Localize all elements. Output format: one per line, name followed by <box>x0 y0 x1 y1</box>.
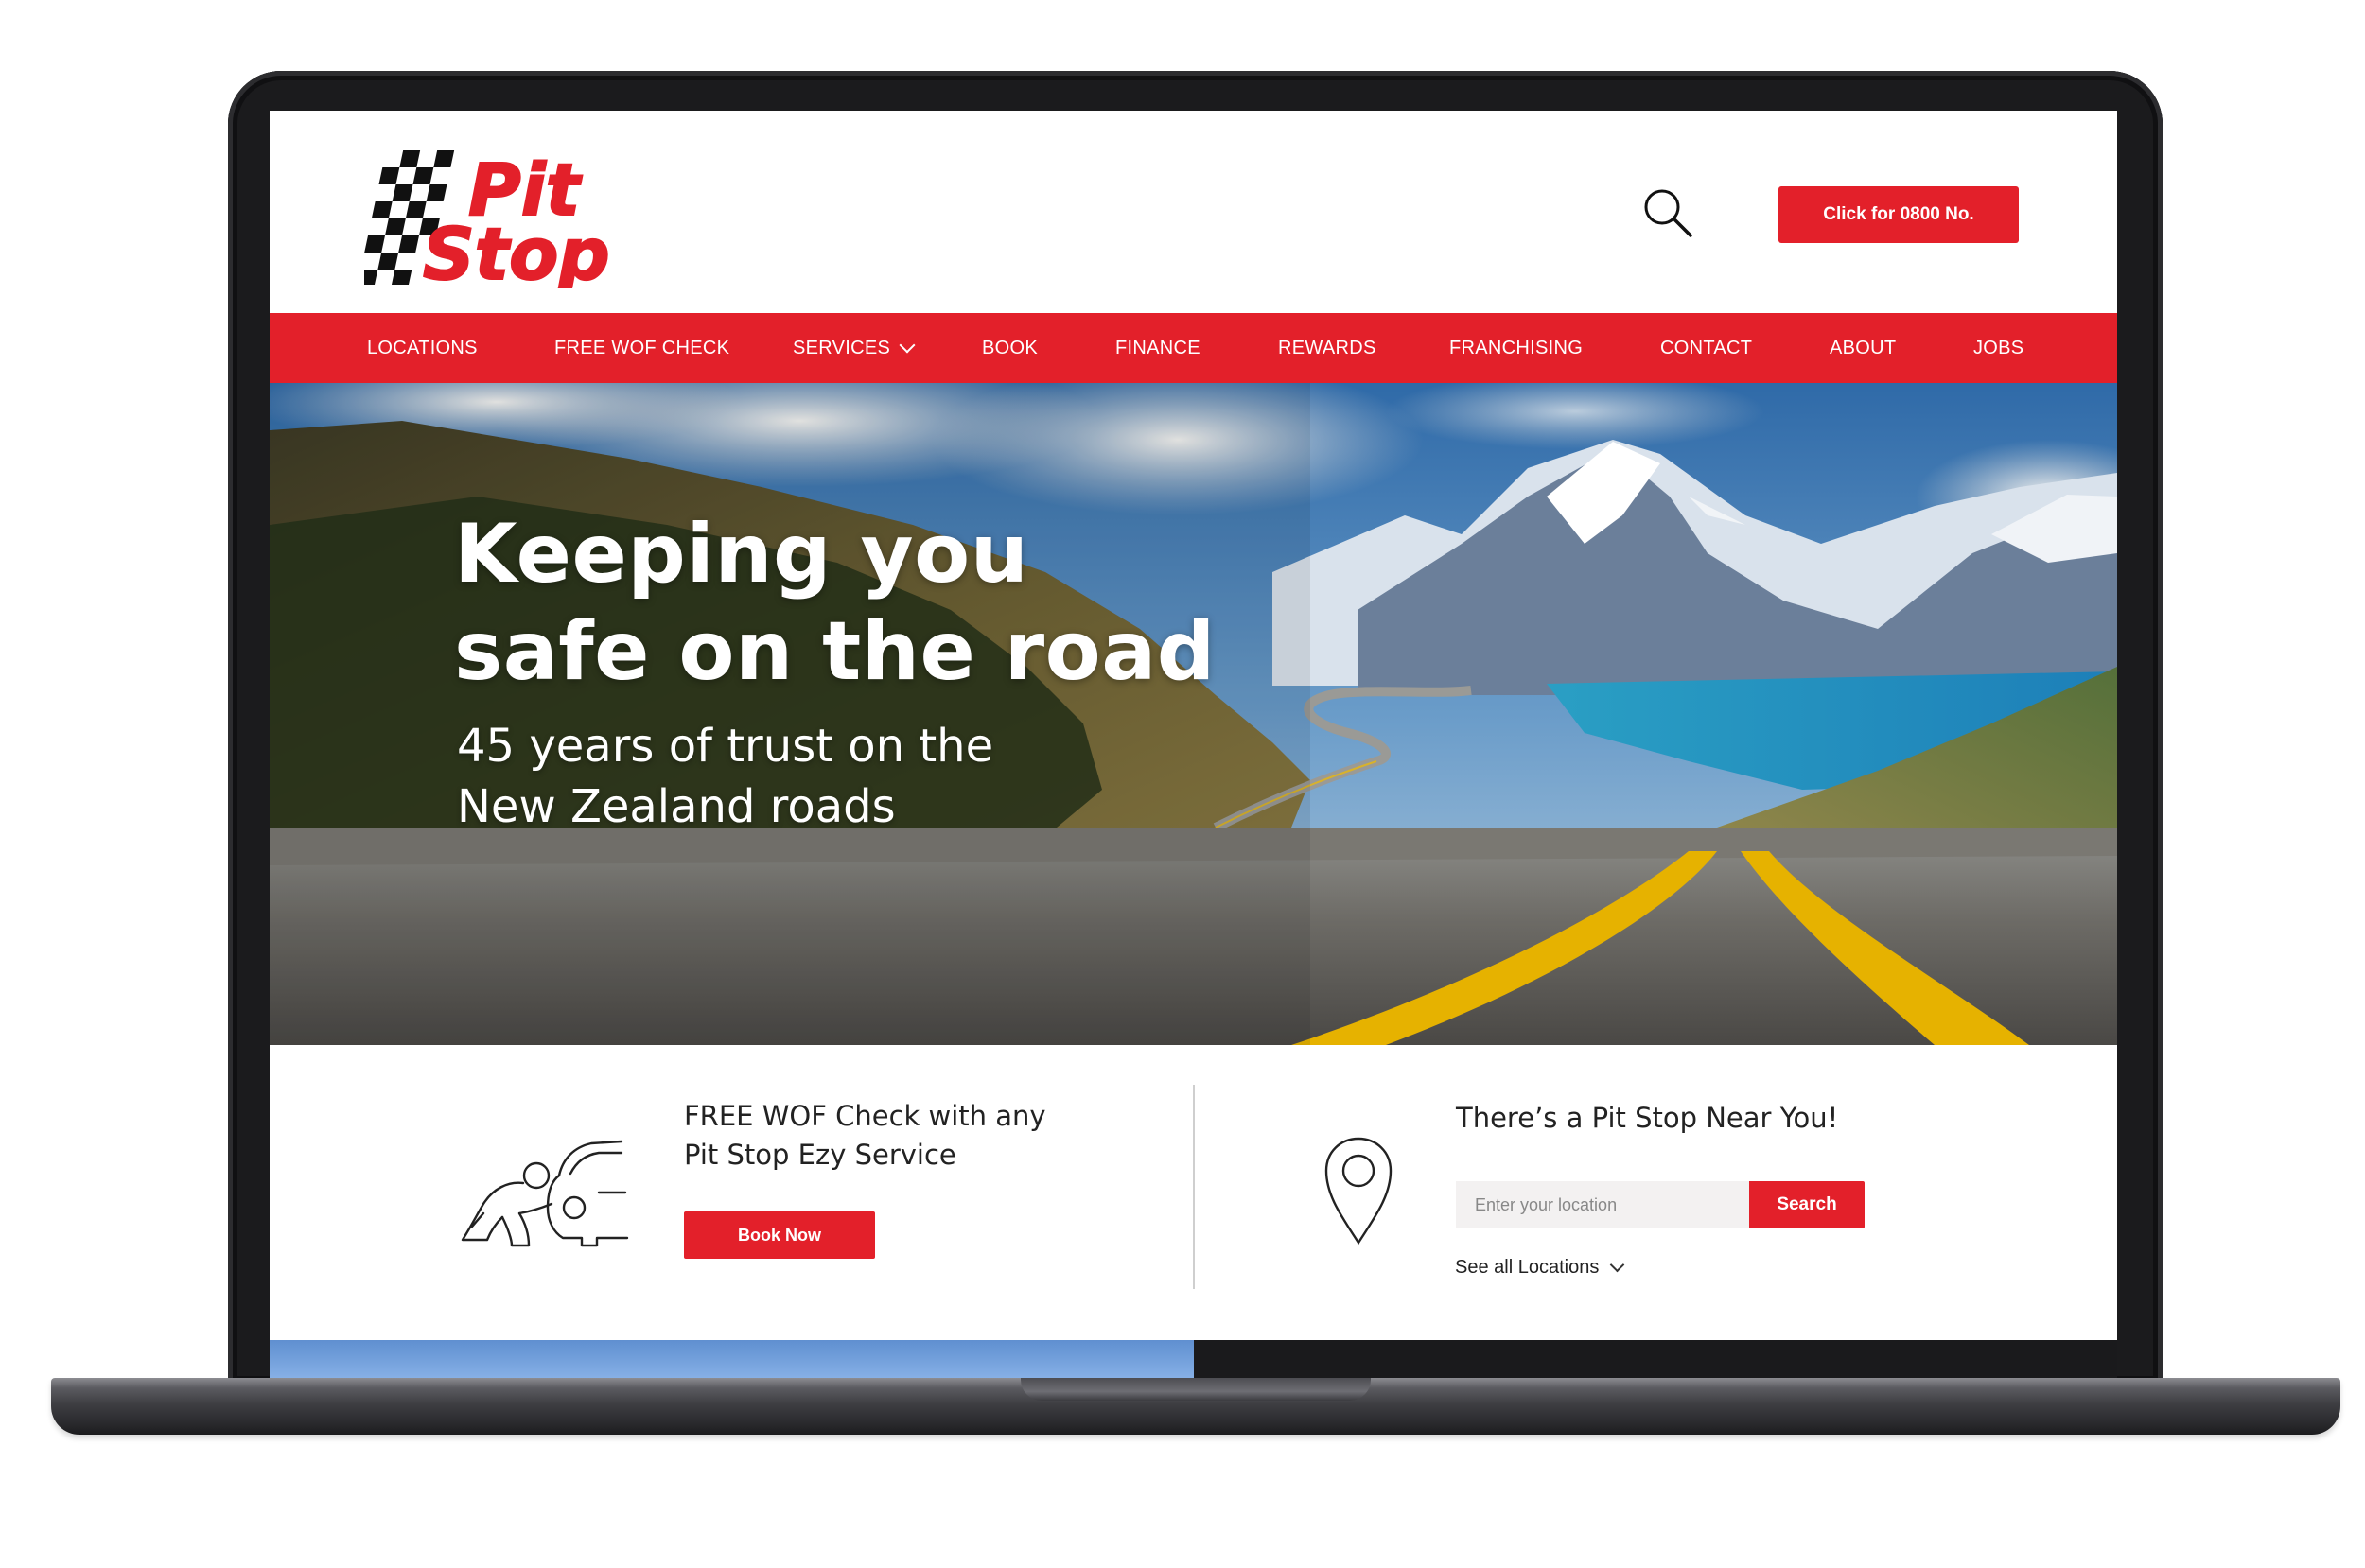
svg-text:Stop: Stop <box>423 212 610 288</box>
nav-item-about[interactable]: ABOUT <box>1830 313 1896 383</box>
laptop-notch <box>1021 1378 1371 1401</box>
book-now-button[interactable]: Book Now <box>684 1211 875 1259</box>
promo-section: FREE WOF Check with any Pit Stop Ezy Ser… <box>270 1045 2117 1340</box>
next-section-image <box>270 1340 1194 1378</box>
site-header: Pit Stop Click for 0800 No. <box>270 111 2117 313</box>
hero-title: Keeping you safe on the road <box>454 507 1216 699</box>
nav-item-rewards[interactable]: REWARDS <box>1278 313 1376 383</box>
nav-item-jobs[interactable]: JOBS <box>1973 313 2023 383</box>
nav-item-free-wof-check[interactable]: FREE WOF CHECK <box>554 313 729 383</box>
call-0800-button[interactable]: Click for 0800 No. <box>1778 186 2019 243</box>
chevron-down-icon <box>899 337 916 354</box>
locator-title: There’s a Pit Stop Near You! <box>1456 1102 1839 1134</box>
location-pin-icon <box>1324 1137 1393 1246</box>
wof-promo-text: FREE WOF Check with any Pit Stop Ezy Ser… <box>684 1100 1046 1171</box>
hero-subtitle: 45 years of trust on the New Zealand roa… <box>457 720 994 833</box>
pit-stop-logo[interactable]: Pit Stop <box>364 147 629 288</box>
next-section-panel <box>1194 1340 2117 1378</box>
section-divider <box>1193 1085 1195 1289</box>
hero-landscape-image <box>270 383 2117 1045</box>
hero-banner: Keeping you safe on the road 45 years of… <box>270 383 2117 1045</box>
see-all-locations-link[interactable]: See all Locations <box>1455 1253 1625 1281</box>
nav-item-book[interactable]: BOOK <box>982 313 1038 383</box>
nav-item-franchising[interactable]: FRANCHISING <box>1449 313 1583 383</box>
location-search-input[interactable]: Enter your location <box>1456 1181 1749 1228</box>
nav-item-finance[interactable]: FINANCE <box>1115 313 1200 383</box>
mechanic-car-icon <box>461 1140 629 1247</box>
nav-item-services[interactable]: SERVICES <box>793 313 916 383</box>
main-nav: LOCATIONS FREE WOF CHECK SERVICES BOOK F… <box>270 313 2117 383</box>
nav-item-locations[interactable]: LOCATIONS <box>367 313 478 383</box>
search-icon[interactable] <box>1641 186 1694 239</box>
nav-item-contact[interactable]: CONTACT <box>1660 313 1752 383</box>
location-search-button[interactable]: Search <box>1749 1181 1865 1228</box>
chevron-down-icon <box>1610 1257 1625 1272</box>
laptop-screen: Pit Stop Click for 0800 No. LOCATIONS FR… <box>270 111 2117 1378</box>
